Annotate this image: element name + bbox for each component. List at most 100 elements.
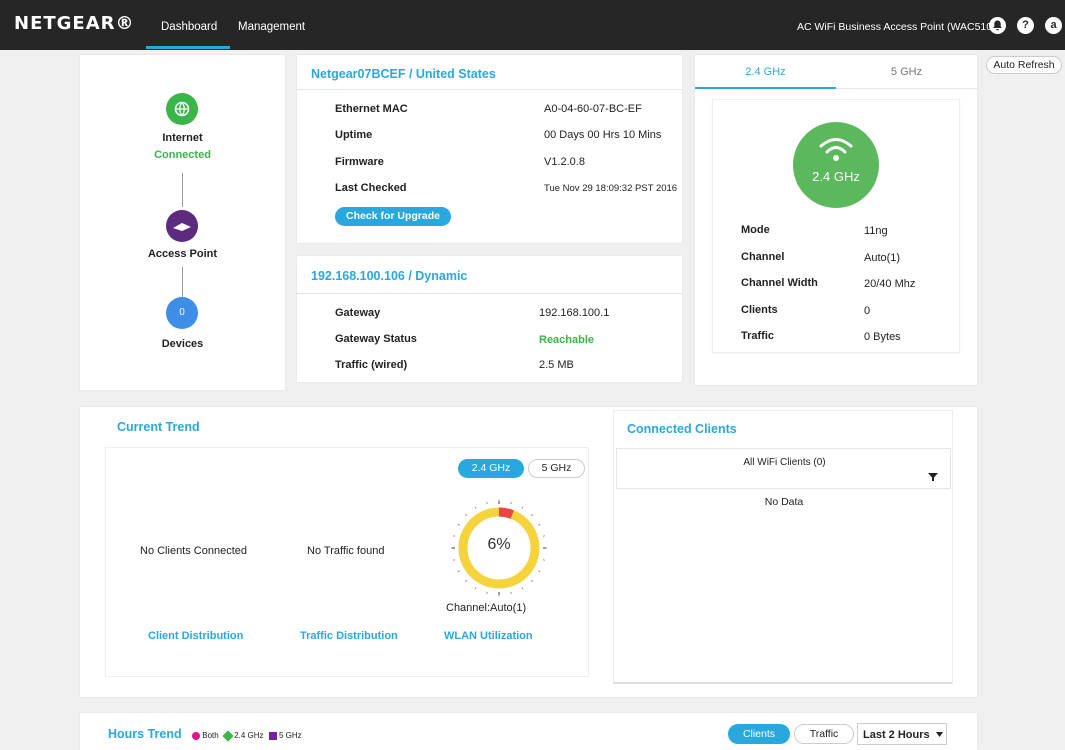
- time-range-select[interactable]: Last 2 Hours: [857, 723, 947, 745]
- no-traffic-text: No Traffic found: [307, 545, 385, 557]
- legend-both-marker: [192, 731, 200, 740]
- connected-clients-title: Connected Clients: [627, 422, 737, 436]
- connected-clients-panel: Connected Clients All WiFi Clients (0) N…: [613, 410, 953, 684]
- uptime-value: 00 Days 00 Hrs 10 Mins: [544, 129, 662, 141]
- access-point-icon: [166, 210, 198, 242]
- radio-traffic-value: 0 Bytes: [864, 331, 901, 343]
- radio-details-panel: 2.4 GHz Mode 11ng Channel Auto(1) Channe…: [712, 99, 960, 353]
- gauge-tick: [510, 502, 512, 505]
- firmware-value: V1.2.0.8: [544, 156, 585, 168]
- gauge-tick: [457, 523, 460, 526]
- topology-card: Internet Connected Access Point 0 Device…: [80, 55, 285, 390]
- gauge-tick: [530, 579, 533, 582]
- info-label: Gateway: [335, 307, 381, 319]
- last-checked-value: Tue Nov 29 18:09:32 PST 2016: [544, 183, 678, 194]
- info-label: Uptime: [335, 129, 373, 141]
- gauge-tick: [538, 570, 541, 573]
- no-clients-text: No Clients Connected: [140, 545, 248, 557]
- client-distribution-link[interactable]: Client Distribution: [148, 630, 243, 642]
- gauge-tick: [486, 591, 488, 594]
- client-filter-label: All WiFi Clients (0): [743, 457, 826, 468]
- gauge-tick: [521, 587, 524, 590]
- radio-label: Clients: [741, 304, 778, 316]
- trend-section: Current Trend No Clients Connected No Tr…: [80, 407, 977, 697]
- legend-5ghz-marker: [268, 731, 277, 740]
- radio-card: 2.4 GHz 5 GHz 2.4 GHz Mode 11ng Channel …: [695, 55, 977, 385]
- radio-channel-width-value: 20/40 Mhz: [864, 278, 916, 290]
- gauge-tick: [521, 506, 524, 509]
- device-info-title: Netgear07BCEF / United States: [311, 67, 496, 81]
- radio-band-badge: 2.4 GHz: [793, 122, 879, 208]
- trend-band-5ghz[interactable]: 5 GHz: [528, 459, 585, 478]
- traffic-wired-value: 2.5 MB: [539, 359, 574, 371]
- wlan-utilization-link[interactable]: WLAN Utilization: [444, 630, 533, 642]
- radio-label: Mode: [741, 224, 770, 236]
- check-for-upgrade-button[interactable]: Check for Upgrade: [335, 207, 451, 226]
- topology-connector: [182, 267, 183, 297]
- gauge-tick: [474, 506, 477, 509]
- trend-band-2-4ghz[interactable]: 2.4 GHz: [458, 459, 524, 478]
- hours-trend-clients-toggle[interactable]: Clients: [728, 724, 790, 744]
- access-point-label: Access Point: [147, 248, 218, 260]
- gauge-tick: [465, 514, 468, 517]
- ethernet-mac-value: A0-04-60-07-BC-EF: [544, 103, 642, 115]
- ip-info-title: 192.168.100.106 / Dynamic: [311, 269, 468, 283]
- divider: [297, 293, 682, 294]
- info-label: Gateway Status: [335, 333, 417, 345]
- hours-trend-section: Hours Trend Both 2.4 GHz 5 GHz Clients T…: [80, 713, 977, 750]
- devices-count-badge: 0: [166, 297, 198, 329]
- info-label: Ethernet MAC: [335, 103, 408, 115]
- auto-refresh-button[interactable]: Auto Refresh: [986, 56, 1062, 74]
- filter-icon[interactable]: [928, 472, 938, 482]
- gauge-tick: [542, 559, 545, 561]
- user-avatar[interactable]: a: [1045, 17, 1062, 34]
- device-info-card: Netgear07BCEF / United States Ethernet M…: [297, 55, 682, 243]
- time-range-value: Last 2 Hours: [863, 729, 930, 741]
- legend-5ghz-label: 5 GHz: [278, 731, 302, 740]
- radio-tab-5ghz[interactable]: 5 GHz: [836, 55, 977, 89]
- info-label: Firmware: [335, 156, 384, 168]
- internet-label: Internet: [162, 132, 203, 144]
- notification-bell-icon[interactable]: [989, 17, 1006, 34]
- wifi-icon: [819, 138, 853, 161]
- hours-trend-title: Hours Trend: [108, 727, 182, 741]
- info-label: Last Checked: [335, 182, 407, 194]
- gauge-tick: [457, 570, 460, 573]
- radio-channel-value: Auto(1): [864, 252, 901, 264]
- top-navigation-bar: NETGEAR® Dashboard Management AC WiFi Bu…: [0, 0, 1065, 50]
- no-data-text: No Data: [764, 496, 804, 508]
- current-trend-panel: No Clients Connected No Traffic found 2.…: [105, 447, 589, 677]
- tab-dashboard[interactable]: Dashboard: [145, 21, 231, 49]
- hours-trend-legend: Both 2.4 GHz 5 GHz: [192, 730, 302, 742]
- radio-badge-label: 2.4 GHz: [812, 169, 860, 184]
- gauge-used-arc: [498, 507, 514, 519]
- gauge-tick: [530, 514, 533, 517]
- info-label: Traffic (wired): [335, 359, 408, 371]
- legend-both-label: Both: [202, 731, 219, 740]
- traffic-distribution-link[interactable]: Traffic Distribution: [300, 630, 398, 642]
- ip-info-card: 192.168.100.106 / Dynamic Gateway 192.16…: [297, 256, 682, 382]
- topology-connector: [182, 173, 183, 207]
- gauge-tick: [474, 587, 477, 590]
- gauge-tick: [486, 502, 488, 505]
- internet-globe-icon: [166, 93, 198, 125]
- help-icon[interactable]: ?: [1017, 17, 1034, 34]
- tab-management[interactable]: Management: [238, 21, 305, 33]
- gauge-tick: [453, 559, 456, 561]
- gauge-tick: [465, 579, 468, 582]
- hours-trend-traffic-toggle[interactable]: Traffic: [794, 724, 854, 744]
- current-trend-title: Current Trend: [117, 420, 200, 434]
- radio-tab-2-4ghz[interactable]: 2.4 GHz: [695, 55, 836, 89]
- internet-status: Connected: [154, 149, 211, 161]
- device-model-name: AC WiFi Business Access Point (WAC510): [797, 21, 996, 33]
- radio-label: Channel Width: [741, 277, 818, 289]
- chevron-down-icon: [936, 732, 943, 737]
- netgear-logo: NETGEAR®: [14, 13, 135, 34]
- legend-2-4ghz-label: 2.4 GHz: [234, 731, 264, 740]
- radio-mode-value: 11ng: [864, 225, 888, 237]
- gateway-status-value: Reachable: [539, 334, 595, 346]
- client-filter-box[interactable]: All WiFi Clients (0): [616, 448, 951, 489]
- gauge-tick: [510, 591, 512, 594]
- radio-label: Traffic: [741, 330, 775, 342]
- devices-label[interactable]: Devices: [80, 338, 285, 350]
